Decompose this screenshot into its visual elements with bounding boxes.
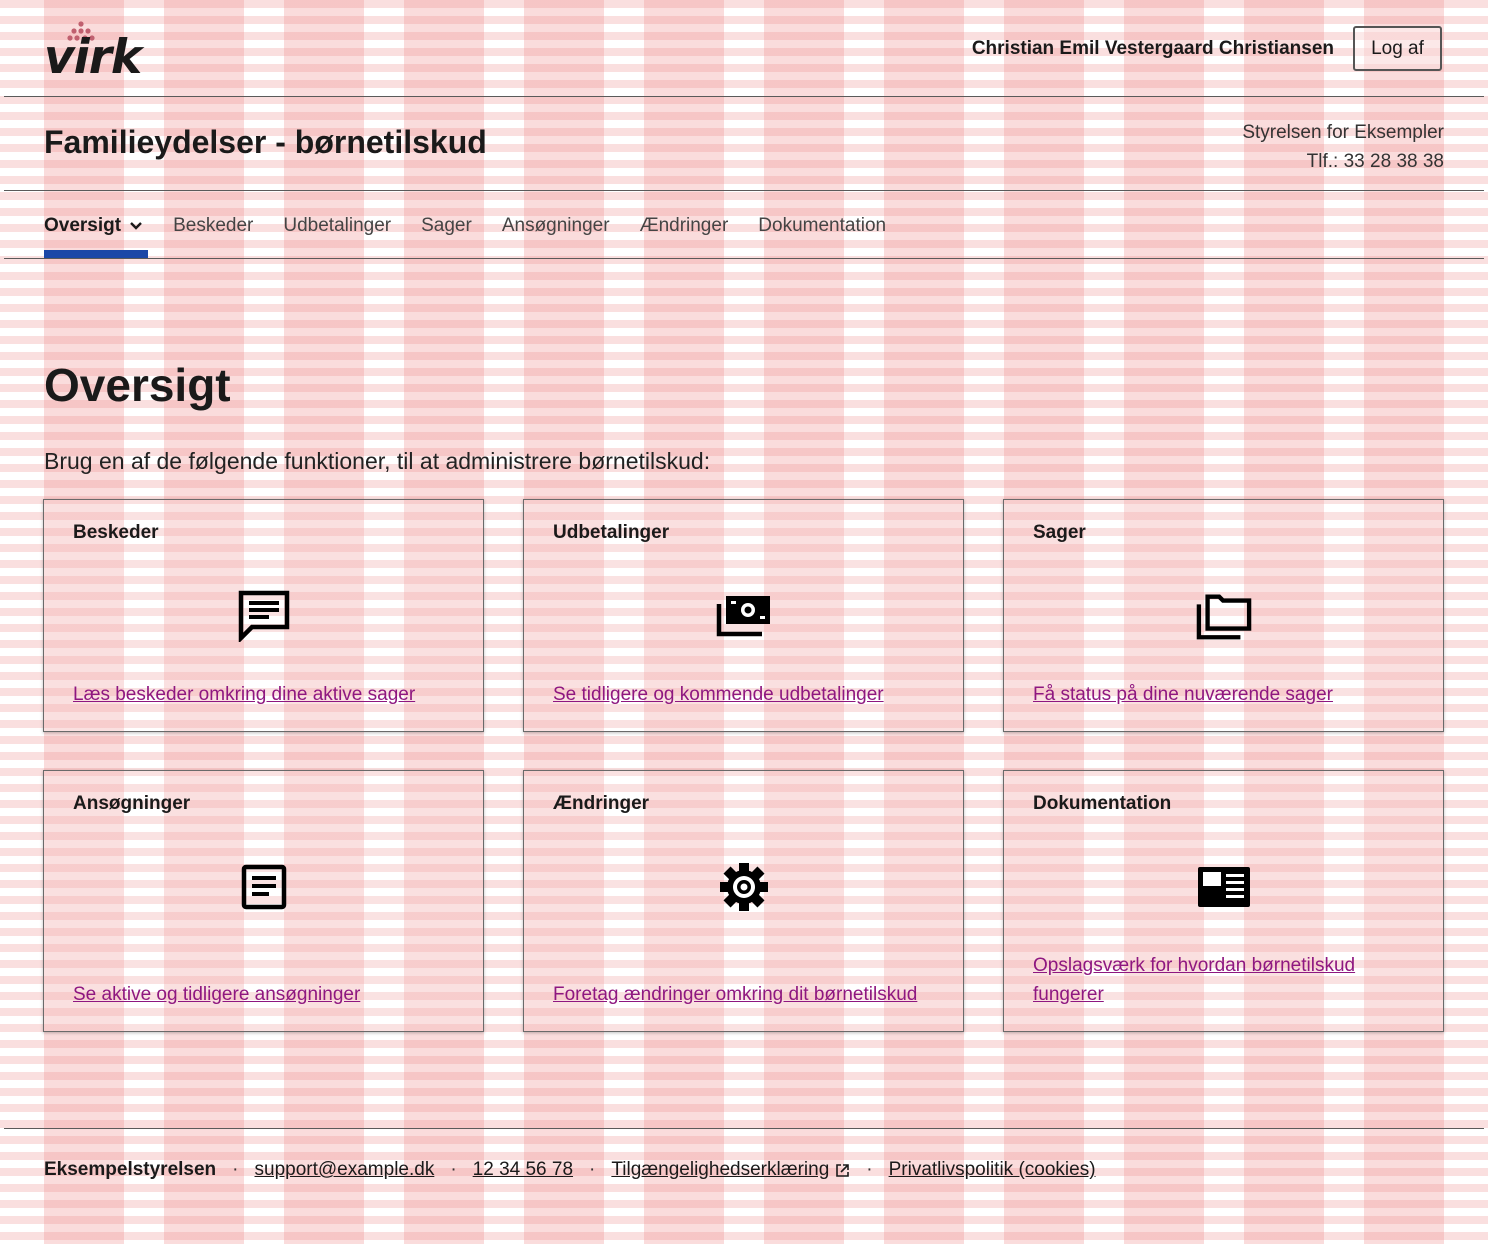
card-beskeder: Beskeder Læs beskeder omkring dine aktiv… [43, 499, 484, 732]
user-name: Christian Emil Vestergaard Christiansen [971, 38, 1334, 59]
card-title: Beskeder [73, 522, 159, 543]
title-divider [4, 190, 1484, 191]
document-icon [236, 859, 292, 915]
page-heading: Oversigt [44, 359, 231, 411]
card-title: Sager [1033, 522, 1086, 543]
footer-separator: · [589, 1159, 596, 1180]
tab-ansoegninger[interactable]: Ansøgninger [502, 215, 610, 237]
agency-info: Styrelsen for Eksempler Tlf.: 33 28 38 3… [1242, 118, 1444, 176]
card-link[interactable]: Læs beskeder omkring dine aktive sager [73, 680, 454, 709]
footer-separator: · [866, 1159, 873, 1180]
card-dokumentation: Dokumentation Opslagsværk for hvordan bø… [1003, 770, 1444, 1032]
footer-org: Eksempelstyrelsen [44, 1159, 217, 1180]
card-sager: Sager Få status på dine nuværende sager [1003, 499, 1444, 732]
tab-label: Oversigt [44, 215, 122, 236]
virk-logo[interactable]: virk [44, 20, 144, 82]
footer-privacy-link[interactable]: Privatlivspolitik (cookies) [889, 1159, 1096, 1181]
footer-email-link[interactable]: support@example.dk [255, 1159, 435, 1181]
card-link[interactable]: Foretag ændringer omkring dit børnetilsk… [553, 980, 934, 1009]
card-title: Udbetalinger [553, 522, 670, 543]
card-link[interactable]: Se tidligere og kommende udbetalinger [553, 680, 934, 709]
footer: Eksempelstyrelsen · support@example.dk ·… [44, 1159, 1096, 1181]
tab-sager[interactable]: Sager [421, 215, 472, 237]
intro-text: Brug en af de følgende funktioner, til a… [44, 448, 711, 474]
tab-aendringer[interactable]: Ændringer [640, 215, 729, 237]
agency-name: Styrelsen for Eksempler [1242, 122, 1444, 143]
card-link[interactable]: Se aktive og tidligere ansøgninger [73, 980, 454, 1009]
card-udbetalinger: Udbetalinger Se tidligere og kommende ud… [523, 499, 964, 732]
card-ansoegninger: Ansøgninger Se aktive og tidligere ansøg… [43, 770, 484, 1032]
tab-oversigt[interactable]: Oversigt [44, 215, 143, 237]
active-tab-indicator [44, 250, 148, 258]
card-link[interactable]: Få status på dine nuværende sager [1033, 680, 1414, 709]
card-link[interactable]: Opslagsværk for hvordan børnetilskud fun… [1033, 951, 1414, 1009]
chat-icon [236, 588, 292, 644]
external-link-icon [835, 1163, 850, 1178]
footer-phone-link[interactable]: 12 34 56 78 [473, 1159, 573, 1181]
footer-separator: · [232, 1159, 239, 1180]
card-title: Dokumentation [1033, 793, 1172, 814]
footer-divider [4, 1128, 1484, 1129]
header-divider [4, 96, 1484, 97]
chevron-down-icon [130, 222, 142, 230]
card-title: Ansøgninger [73, 793, 191, 814]
tab-beskeder[interactable]: Beskeder [173, 215, 253, 237]
tab-udbetalinger[interactable]: Udbetalinger [283, 215, 391, 237]
gear-icon [716, 859, 772, 915]
main-nav: Oversigt Beskeder Udbetalinger Sager Ans… [44, 211, 916, 241]
article-icon [1196, 859, 1252, 915]
service-title: Familieydelser - børnetilskud [44, 124, 487, 160]
footer-separator: · [450, 1159, 457, 1180]
folder-icon [1196, 588, 1252, 644]
nav-divider [4, 258, 1484, 259]
agency-phone: Tlf.: 33 28 38 38 [1306, 151, 1444, 172]
tab-dokumentation[interactable]: Dokumentation [758, 215, 886, 237]
money-icon [716, 588, 772, 644]
logout-button[interactable]: Log af [1353, 26, 1442, 71]
logo-text: virk [44, 30, 142, 85]
card-aendringer: Ændringer Foretag ændringer omkring dit … [523, 770, 964, 1032]
footer-accessibility-link[interactable]: Tilgængelighedserklæring [611, 1159, 829, 1181]
card-title: Ændringer [553, 793, 650, 814]
